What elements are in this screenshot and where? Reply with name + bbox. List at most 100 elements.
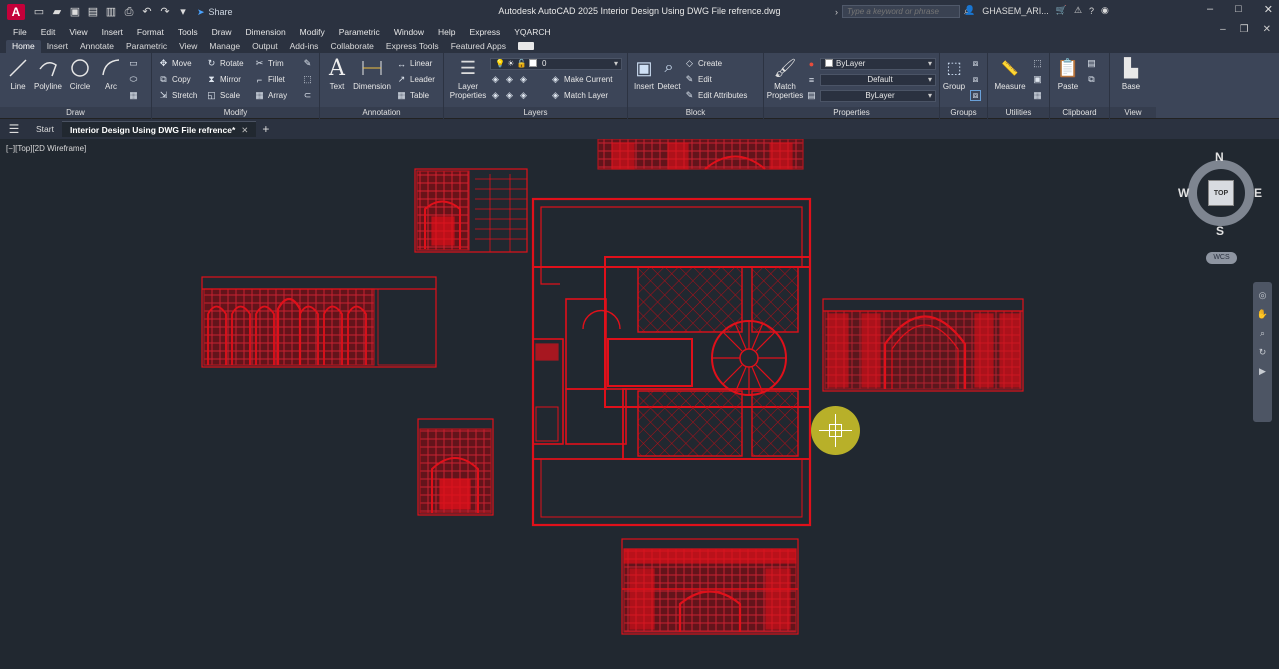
array-button[interactable]: ▦ Array bbox=[254, 90, 287, 101]
search-input[interactable] bbox=[842, 5, 960, 18]
panel-groups-title[interactable]: Groups bbox=[940, 107, 987, 118]
menu-draw[interactable]: Draw bbox=[205, 27, 239, 37]
line-button[interactable]: Line bbox=[4, 56, 32, 91]
panel-properties-title[interactable]: Properties bbox=[764, 107, 939, 118]
rectangle-button[interactable]: ▭ bbox=[128, 58, 139, 69]
tab-annotate[interactable]: Annotate bbox=[74, 40, 120, 53]
ungroup-button[interactable]: ⧈ bbox=[970, 58, 981, 69]
elevation-left[interactable] bbox=[201, 276, 437, 368]
panel-clipboard-title[interactable]: Clipboard bbox=[1050, 107, 1109, 118]
undo-icon[interactable]: ↶ bbox=[141, 6, 153, 18]
group-edit-button[interactable]: ⧈ bbox=[970, 74, 981, 85]
match-properties-button[interactable]: 🖌 Match Properties bbox=[766, 56, 804, 101]
arc-button[interactable]: Arc bbox=[98, 56, 124, 91]
tab-parametric[interactable]: Parametric bbox=[120, 40, 173, 53]
elevation-top[interactable] bbox=[597, 139, 804, 170]
doc-close-button[interactable]: ✕ bbox=[1263, 24, 1271, 35]
leader-button[interactable]: ↗ Leader bbox=[396, 74, 435, 85]
save-icon[interactable]: ▣ bbox=[69, 6, 81, 18]
maximize-button[interactable]: □ bbox=[1235, 3, 1242, 16]
explode-button[interactable]: ⬚ bbox=[302, 74, 313, 85]
circle-button[interactable]: Circle bbox=[66, 56, 94, 91]
measure-button[interactable]: 📏 Measure bbox=[990, 56, 1030, 92]
tab-active-drawing[interactable]: Interior Design Using DWG File refrence*… bbox=[61, 121, 257, 137]
detect-button[interactable]: ⌕ Detect bbox=[656, 56, 682, 91]
copy-button[interactable]: ⧉ Copy bbox=[158, 74, 190, 85]
user-name[interactable]: GHASEM_ARI... bbox=[982, 6, 1049, 16]
hatch-button[interactable]: ⬭ bbox=[128, 74, 139, 85]
panel-annotation-title[interactable]: Annotation bbox=[320, 107, 443, 118]
new-icon[interactable]: ▭ bbox=[33, 6, 45, 18]
base-button[interactable]: ▙ Base bbox=[1116, 56, 1146, 92]
elevation-right[interactable] bbox=[822, 298, 1024, 392]
tab-add-ins[interactable]: Add-ins bbox=[284, 40, 325, 53]
menu-view[interactable]: View bbox=[62, 27, 94, 37]
erase-button[interactable]: ✎ bbox=[302, 58, 313, 69]
rotate-button[interactable]: ↻ Rotate bbox=[206, 58, 244, 69]
share-button[interactable]: ➤ Share bbox=[197, 7, 233, 18]
viewcube-top-face[interactable]: TOP bbox=[1208, 180, 1234, 206]
elevation-bottom[interactable] bbox=[621, 538, 799, 635]
customize-dropdown-icon[interactable]: ▾ bbox=[177, 6, 189, 18]
polyline-button[interactable]: Polyline bbox=[32, 56, 64, 91]
fillet-button[interactable]: ⌐ Fillet bbox=[254, 74, 285, 85]
feedback-icon[interactable]: ◉ bbox=[1101, 5, 1109, 16]
menu-dimension[interactable]: Dimension bbox=[239, 27, 293, 37]
tab-manage[interactable]: Manage bbox=[203, 40, 246, 53]
print-icon[interactable]: ⎙ bbox=[123, 6, 135, 18]
tab-collaborate[interactable]: Collaborate bbox=[324, 40, 379, 53]
menu-window[interactable]: Window bbox=[387, 27, 431, 37]
panel-modify-title[interactable]: Modify bbox=[152, 107, 319, 118]
insert-button[interactable]: ▣ Insert bbox=[630, 56, 658, 92]
web-mobile-icon[interactable]: ▥ bbox=[105, 6, 117, 18]
compass-north[interactable]: N bbox=[1215, 150, 1224, 164]
menu-parametric[interactable]: Parametric bbox=[332, 27, 387, 37]
close-tab-icon[interactable]: ✕ bbox=[241, 125, 248, 135]
autodesk-app-icon[interactable]: ⚠ bbox=[1074, 5, 1082, 16]
tab-featured-apps[interactable]: Featured Apps bbox=[445, 40, 512, 53]
open-icon[interactable]: ▰ bbox=[51, 6, 63, 18]
select-all-button[interactable]: ▣ bbox=[1032, 74, 1043, 85]
ribbon-minimize-toggle[interactable] bbox=[517, 42, 534, 50]
layer-properties-button[interactable]: ☰ Layer Properties bbox=[448, 56, 488, 101]
autocad-logo-button[interactable]: A bbox=[7, 4, 25, 20]
new-tab-plus-icon[interactable]: + bbox=[262, 122, 269, 136]
menu-express[interactable]: Express bbox=[463, 27, 508, 37]
menu-modify[interactable]: Modify bbox=[293, 27, 332, 37]
layer-tools-row-1[interactable]: ◈ ◈ ◈ bbox=[490, 74, 529, 85]
menu-file[interactable]: File bbox=[6, 27, 34, 37]
cart-icon[interactable]: 🛒 bbox=[1056, 5, 1067, 16]
tab-view[interactable]: View bbox=[173, 40, 203, 53]
create-block-button[interactable]: ◇ Create bbox=[684, 58, 722, 69]
menu-yqarch[interactable]: YQARCH bbox=[507, 27, 557, 37]
menu-help[interactable]: Help bbox=[431, 27, 462, 37]
color-dropdown[interactable]: ByLayer bbox=[820, 58, 936, 70]
menu-format[interactable]: Format bbox=[130, 27, 171, 37]
drawing-canvas[interactable]: [−][Top][2D Wireframe] TOP N S E W WCS ◎… bbox=[0, 139, 1279, 669]
menu-tools[interactable]: Tools bbox=[171, 27, 205, 37]
match-layer-button[interactable]: ◈ Match Layer bbox=[550, 90, 608, 101]
orbit-icon[interactable]: ↻ bbox=[1259, 347, 1267, 358]
panel-layers-title[interactable]: Layers bbox=[444, 107, 627, 118]
stretch-button[interactable]: ⇲ Stretch bbox=[158, 90, 198, 101]
viewcube[interactable]: TOP N S E W bbox=[1178, 150, 1262, 238]
cad-drawing[interactable] bbox=[0, 139, 1279, 669]
showmotion-icon[interactable]: ▶ bbox=[1259, 366, 1266, 377]
boundary-button[interactable]: ▦ bbox=[128, 90, 139, 101]
calculator-button[interactable]: ▦ bbox=[1032, 90, 1043, 101]
copy-clip-button[interactable]: ⧉ bbox=[1086, 74, 1097, 85]
lineweight-dropdown[interactable]: Default bbox=[820, 74, 936, 86]
panel-utilities-title[interactable]: Utilities bbox=[988, 107, 1049, 118]
paste-button[interactable]: 📋 Paste bbox=[1054, 56, 1082, 92]
move-button[interactable]: ✥ Move bbox=[158, 58, 192, 69]
dimension-button[interactable]: Dimension bbox=[352, 56, 392, 91]
tab-output[interactable]: Output bbox=[246, 40, 284, 53]
compass-south[interactable]: S bbox=[1216, 224, 1224, 238]
close-button[interactable]: ✕ bbox=[1264, 3, 1273, 16]
quick-select-button[interactable]: ⬚ bbox=[1032, 58, 1043, 69]
table-button[interactable]: ▦ Table bbox=[396, 90, 429, 101]
offset-button[interactable]: ⊂ bbox=[302, 90, 313, 101]
layer-dropdown[interactable]: 💡 ☀ 🔓 0 bbox=[490, 58, 622, 70]
elevation-upper-left[interactable] bbox=[414, 168, 528, 253]
tab-start[interactable]: Start bbox=[28, 121, 62, 137]
